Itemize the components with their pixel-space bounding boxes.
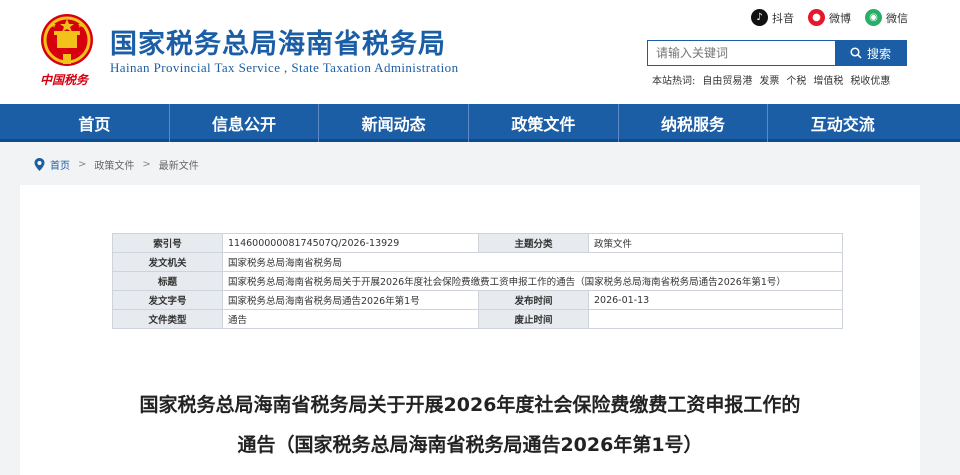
article-title-line: 国家税务总局海南省税务局关于开展2026年度社会保险费缴费工资申报工作的	[139, 394, 801, 416]
meta-value: 通告	[222, 309, 479, 329]
meta-value: 国家税务总局海南省税务局关于开展2026年度社会保险费缴费工资申报工作的通告（国…	[222, 271, 843, 291]
table-row: 索引号 11460000008174507Q/2026-13929 主题分类 政…	[112, 233, 843, 253]
search-button-label: 搜索	[866, 46, 891, 61]
breadcrumb-policy[interactable]: 政策文件	[94, 157, 134, 172]
social-tiktok[interactable]: ♪ 抖音	[751, 9, 794, 26]
meta-value: 国家税务总局海南省税务局	[222, 252, 843, 272]
social-label-weibo: 微博	[829, 11, 851, 25]
breadcrumb-latest[interactable]: 最新文件	[159, 157, 199, 172]
breadcrumb-separator: >	[78, 159, 87, 170]
search-box: 搜索	[647, 40, 907, 66]
table-row: 发文机关 国家税务总局海南省税务局	[112, 252, 843, 272]
breadcrumb-home[interactable]: 首页	[50, 157, 70, 172]
social-weibo[interactable]: ● 微博	[808, 9, 851, 26]
article-title-line: 通告（国家税务总局海南省税务局通告2026年第1号）	[237, 434, 703, 456]
meta-key: 文件类型	[112, 309, 223, 329]
meta-key: 发文字号	[112, 290, 223, 310]
table-row: 文件类型 通告 废止时间	[112, 309, 843, 329]
meta-value: 国家税务总局海南省税务局通告2026年第1号	[222, 290, 479, 310]
main-nav: 首页 信息公开 新闻动态 政策文件 纳税服务 互动交流	[0, 104, 960, 142]
meta-key: 索引号	[112, 233, 223, 253]
nav-item-interaction[interactable]: 互动交流	[767, 104, 917, 142]
location-pin-icon	[34, 158, 45, 171]
meta-key: 标题	[112, 271, 223, 291]
breadcrumb: 首页 > 政策文件 > 最新文件	[34, 157, 199, 172]
hotwords-label: 本站热词:	[652, 76, 696, 87]
hotword-link[interactable]: 税收优惠	[850, 72, 890, 87]
weibo-icon: ●	[808, 9, 825, 26]
social-wechat[interactable]: ◉ 微信	[865, 9, 908, 26]
search-button[interactable]: 搜索	[835, 41, 906, 65]
nav-item-news[interactable]: 新闻动态	[318, 104, 468, 142]
wechat-icon: ◉	[865, 9, 882, 26]
meta-value: 2026-01-13	[588, 290, 843, 310]
search-icon	[850, 47, 862, 59]
content-panel: 索引号 11460000008174507Q/2026-13929 主题分类 政…	[20, 185, 920, 475]
table-row: 发文字号 国家税务总局海南省税务局通告2026年第1号 发布时间 2026-01…	[112, 290, 843, 310]
social-label-wechat: 微信	[886, 11, 908, 25]
site-subtitle: Hainan Provincial Tax Service , State Ta…	[110, 60, 459, 75]
meta-key: 发文机关	[112, 252, 223, 272]
nav-item-home[interactable]: 首页	[20, 104, 169, 142]
table-row: 标题 国家税务总局海南省税务局关于开展2026年度社会保险费缴费工资申报工作的通…	[112, 271, 843, 291]
breadcrumb-separator: >	[142, 159, 151, 170]
hotword-link[interactable]: 增值税	[813, 72, 843, 87]
hotword-link[interactable]: 个税	[786, 72, 806, 87]
hotwords: 本站热词: 自由贸易港 发票 个税 增值税 税收优惠	[652, 72, 897, 87]
hotword-link[interactable]: 自由贸易港	[702, 72, 752, 87]
nav-item-tax-service[interactable]: 纳税服务	[617, 104, 768, 142]
social-label-tiktok: 抖音	[772, 11, 794, 25]
article-title: 国家税务总局海南省税务局关于开展2026年度社会保险费缴费工资申报工作的 通告（…	[20, 385, 920, 465]
hotword-link[interactable]: 发票	[759, 72, 779, 87]
meta-value: 11460000008174507Q/2026-13929	[222, 233, 479, 253]
search-input[interactable]	[648, 41, 836, 65]
site-header: 中国税务 国家税务总局海南省税务局 Hainan Provincial Tax …	[0, 0, 960, 104]
meta-value: 政策文件	[588, 233, 843, 253]
meta-key: 主题分类	[478, 233, 589, 253]
meta-key: 废止时间	[478, 309, 589, 329]
meta-key: 发布时间	[478, 290, 589, 310]
meta-value	[588, 309, 843, 329]
site-title[interactable]: 国家税务总局海南省税务局	[110, 22, 446, 61]
document-meta-table: 索引号 11460000008174507Q/2026-13929 主题分类 政…	[112, 233, 843, 329]
logo-caption: 中国税务	[40, 73, 89, 87]
tiktok-icon: ♪	[751, 9, 768, 26]
nav-item-policy[interactable]: 政策文件	[468, 104, 618, 142]
nav-item-info-disclosure[interactable]: 信息公开	[168, 104, 319, 142]
